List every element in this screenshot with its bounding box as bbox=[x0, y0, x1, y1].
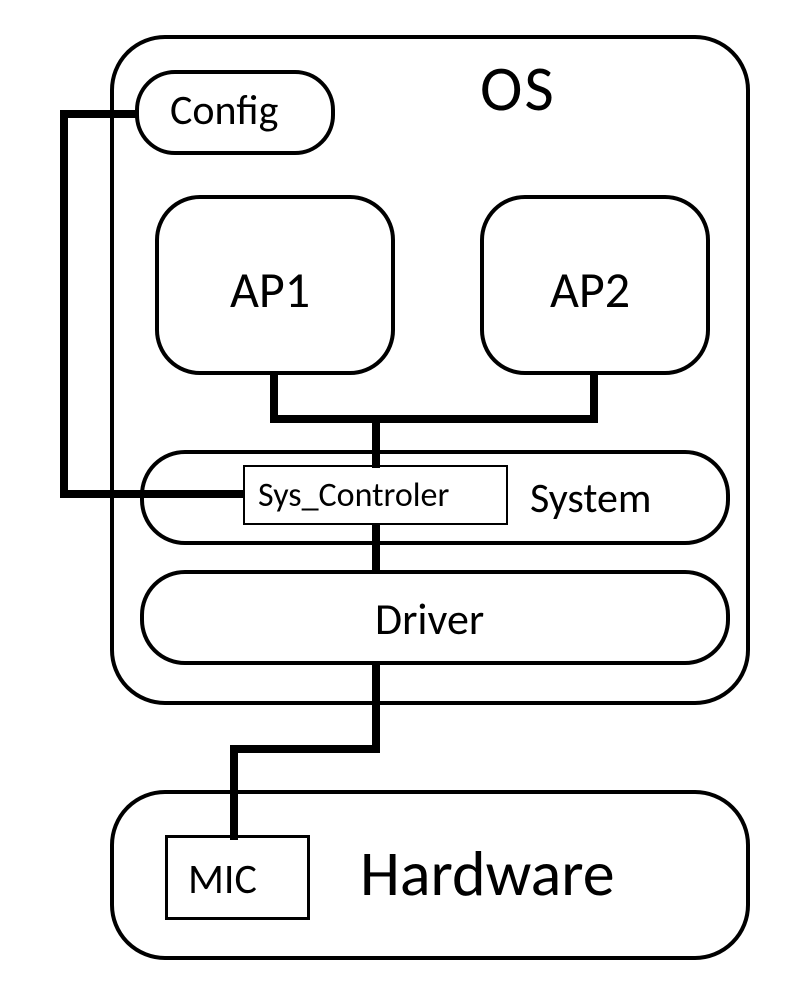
ap2-label: AP2 bbox=[550, 260, 630, 321]
sys-controler-label: Sys_Controler bbox=[258, 475, 449, 516]
os-label: OS bbox=[480, 50, 556, 128]
line-driver-down1 bbox=[372, 663, 380, 753]
line-config-left-h bbox=[60, 110, 138, 118]
driver-label: Driver bbox=[375, 592, 484, 646]
line-driver-down2 bbox=[230, 745, 238, 840]
line-sys-to-driver bbox=[372, 523, 380, 573]
line-join-to-sys bbox=[372, 415, 380, 468]
line-config-left-v bbox=[60, 110, 68, 498]
line-ap-join bbox=[270, 415, 598, 423]
diagram-canvas: OS Config AP1 AP2 System Sys_Controler D… bbox=[0, 0, 800, 1000]
mic-label: MIC bbox=[188, 854, 257, 905]
line-config-syscontroler-h bbox=[60, 490, 245, 498]
ap1-label: AP1 bbox=[230, 260, 310, 321]
line-driver-h bbox=[230, 745, 380, 753]
config-label: Config bbox=[170, 85, 278, 136]
hardware-label: Hardware bbox=[360, 835, 615, 913]
system-label: System bbox=[530, 473, 651, 524]
